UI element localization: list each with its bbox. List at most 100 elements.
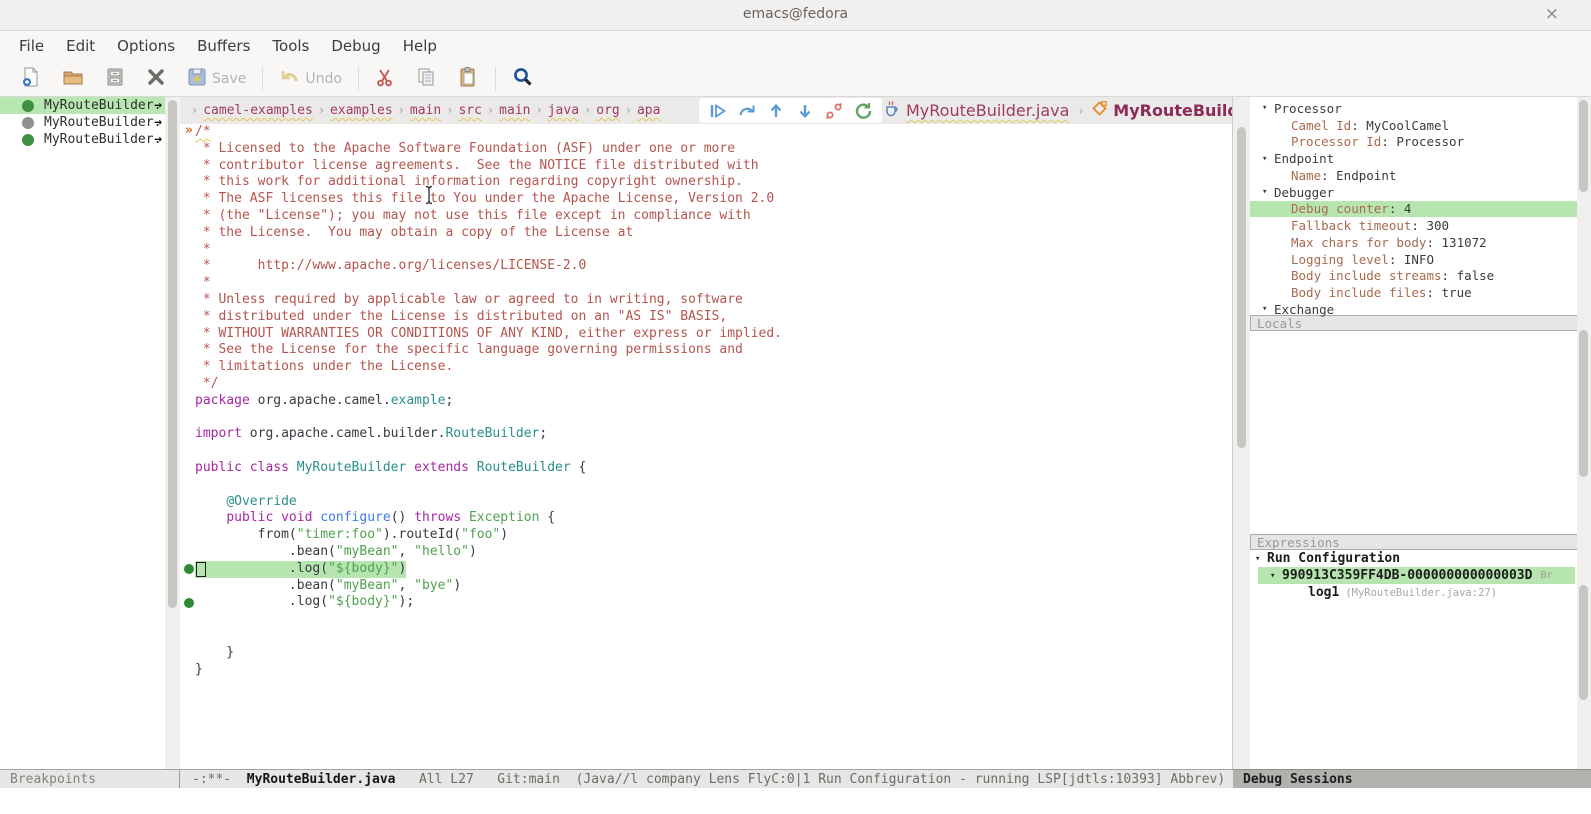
- breakpoint-dot-icon[interactable]: [184, 598, 194, 608]
- save-archive-button[interactable]: [94, 64, 136, 94]
- expressions-header: Expressions: [1250, 534, 1591, 550]
- breadcrumb-separator: ›: [446, 103, 453, 117]
- tree-attribute-row[interactable]: Body include streams: false: [1250, 268, 1591, 285]
- breakpoint-list-item[interactable]: MyRouteBuilder.→: [0, 114, 165, 131]
- menu-item-options[interactable]: Options: [106, 37, 186, 55]
- breadcrumb-segment[interactable]: camel-examples: [203, 103, 313, 118]
- expander-icon[interactable]: ▾: [1262, 103, 1274, 113]
- expander-icon[interactable]: ▾: [1262, 154, 1274, 164]
- undo-button[interactable]: Undo: [269, 64, 352, 94]
- open-file-button[interactable]: [52, 64, 94, 94]
- debug-session-row[interactable]: ▾ 990913C359FF4DB-000000000000003D Br →: [1250, 567, 1591, 584]
- debug-continue-button[interactable]: [708, 101, 728, 121]
- menu-item-debug[interactable]: Debug: [320, 37, 391, 55]
- tree-section-row[interactable]: ▾Debugger: [1250, 184, 1591, 201]
- text-cursor: [196, 562, 206, 577]
- breadcrumb-separator: ›: [318, 103, 325, 117]
- code-line: * distributed under the License is distr…: [180, 309, 1232, 326]
- code-text[interactable]: /* * Licensed to the Apache Software Fou…: [180, 124, 1232, 769]
- cut-button[interactable]: [365, 64, 405, 94]
- code-line: * WITHOUT WARRANTIES OR CONDITIONS OF AN…: [180, 326, 1232, 343]
- breadcrumb-segment[interactable]: main: [410, 103, 441, 118]
- copy-button[interactable]: [405, 64, 447, 94]
- code-line: [180, 443, 1232, 460]
- code-editor[interactable]: ›camel-examples›examples›main›src›main›j…: [180, 97, 1232, 769]
- breadcrumb-segment[interactable]: org: [596, 103, 619, 118]
- code-line: [180, 477, 1232, 494]
- tree-attribute-row[interactable]: Name: Endpoint: [1250, 167, 1591, 184]
- menu-item-buffers[interactable]: Buffers: [186, 37, 261, 55]
- tab-file-name[interactable]: MyRouteBuilder.java: [906, 101, 1069, 120]
- tab-symbol-name[interactable]: MyRouteBuilder: [1113, 101, 1232, 120]
- tree-attribute-row[interactable]: Max chars for body: 131072: [1250, 234, 1591, 251]
- expander-icon[interactable]: ▾: [1255, 554, 1267, 564]
- expander-icon[interactable]: ▾: [1262, 304, 1274, 314]
- debug-restart-button[interactable]: [853, 101, 873, 121]
- breadcrumb-segment[interactable]: src: [458, 103, 481, 118]
- tree-attribute-row[interactable]: Debug counter: 4: [1250, 201, 1591, 218]
- code-line: package org.apache.camel.example;: [180, 393, 1232, 410]
- close-icon[interactable]: ×: [1545, 4, 1559, 24]
- menu-item-file[interactable]: File: [8, 37, 55, 55]
- breakpoint-dot-icon: [22, 134, 34, 146]
- breadcrumb-segment[interactable]: examples: [330, 103, 393, 118]
- code-line: import org.apache.camel.builder.RouteBui…: [180, 426, 1232, 443]
- expander-icon[interactable]: ▾: [1262, 187, 1274, 197]
- modeline-git-branch: Git:main: [497, 772, 560, 787]
- debug-disconnect-button[interactable]: [824, 101, 844, 121]
- debug-step-in-button[interactable]: [795, 101, 815, 121]
- code-line: * (the "License"); you may not use this …: [180, 208, 1232, 225]
- debug-sessions-label: Debug Sessions: [1243, 772, 1353, 787]
- editor-right-scrollbar[interactable]: [1233, 97, 1250, 769]
- tree-attribute-row[interactable]: Processor Id: Processor: [1250, 134, 1591, 151]
- code-line: [180, 611, 1232, 628]
- echo-area[interactable]: [0, 788, 1591, 814]
- tree-attribute-row[interactable]: Logging level: INFO: [1250, 251, 1591, 268]
- breakpoint-list-item[interactable]: MyRouteBuilder.→: [0, 97, 165, 114]
- tree-section-row[interactable]: ▾Processor: [1250, 100, 1591, 117]
- tree-attribute-row[interactable]: Body include files: true: [1250, 284, 1591, 301]
- expander-icon[interactable]: ▾: [1270, 571, 1282, 581]
- scrollbar-thumb[interactable]: [1579, 585, 1588, 700]
- breadcrumb-segment[interactable]: java: [548, 103, 579, 118]
- expressions-title: Expressions: [1257, 535, 1340, 550]
- save-button[interactable]: Save: [176, 64, 256, 94]
- editor-modeline: -:**- MyRouteBuilder.java All L27 Git:ma…: [180, 772, 1225, 787]
- debug-step-over-button[interactable]: [737, 101, 757, 121]
- menu-item-edit[interactable]: Edit: [55, 37, 106, 55]
- panel-scrollbar-track[interactable]: [1577, 97, 1591, 769]
- title-bar: emacs@fedora ×: [0, 0, 1591, 31]
- close-buffer-button[interactable]: [136, 64, 176, 94]
- editor-left-scrollbar[interactable]: [165, 97, 180, 769]
- breakpoint-list-item[interactable]: MyRouteBuilder.→: [0, 131, 165, 148]
- tree-attribute-row[interactable]: Fallback timeout: 300: [1250, 217, 1591, 234]
- breadcrumb-segment[interactable]: apa: [637, 103, 660, 118]
- debug-step-out-button[interactable]: [766, 101, 786, 121]
- search-button[interactable]: [502, 64, 544, 94]
- tree-attribute-row[interactable]: Camel Id: MyCoolCamel: [1250, 117, 1591, 134]
- window-title: emacs@fedora: [0, 6, 1591, 22]
- expressions-root-row[interactable]: ▾ Run Configuration: [1250, 550, 1591, 567]
- menu-item-help[interactable]: Help: [392, 37, 448, 55]
- tree-section-row[interactable]: ▾Endpoint: [1250, 150, 1591, 167]
- tree-attribute-key: Processor Id: [1291, 134, 1381, 149]
- tree-attribute-key: Camel Id: [1291, 118, 1351, 133]
- expression-entry-row[interactable]: log1 (MyRouteBuilder.java:27): [1250, 584, 1591, 601]
- scrollbar-thumb[interactable]: [168, 100, 177, 608]
- tree-attribute-value: : Endpoint: [1321, 168, 1396, 183]
- new-file-button[interactable]: [10, 64, 52, 94]
- modeline-modes: (Java//l company Lens FlyC:0|1 Run Confi…: [576, 772, 1226, 787]
- modeline-position: All L27: [419, 772, 474, 787]
- tree-attribute-value: : 300: [1411, 218, 1449, 233]
- session-badge-truncated: Br: [1540, 570, 1552, 581]
- open-folder-icon: [62, 66, 84, 92]
- breadcrumb-separator: ›: [191, 103, 198, 117]
- code-line: * See the License for the specific langu…: [180, 342, 1232, 359]
- scrollbar-thumb[interactable]: [1579, 100, 1588, 192]
- scrollbar-thumb[interactable]: [1237, 127, 1246, 448]
- menu-item-tools[interactable]: Tools: [261, 37, 320, 55]
- breadcrumb-segment[interactable]: main: [499, 103, 530, 118]
- paste-button[interactable]: [447, 64, 489, 94]
- tree-attribute-value: : INFO: [1389, 252, 1434, 267]
- scrollbar-thumb[interactable]: [1579, 330, 1588, 477]
